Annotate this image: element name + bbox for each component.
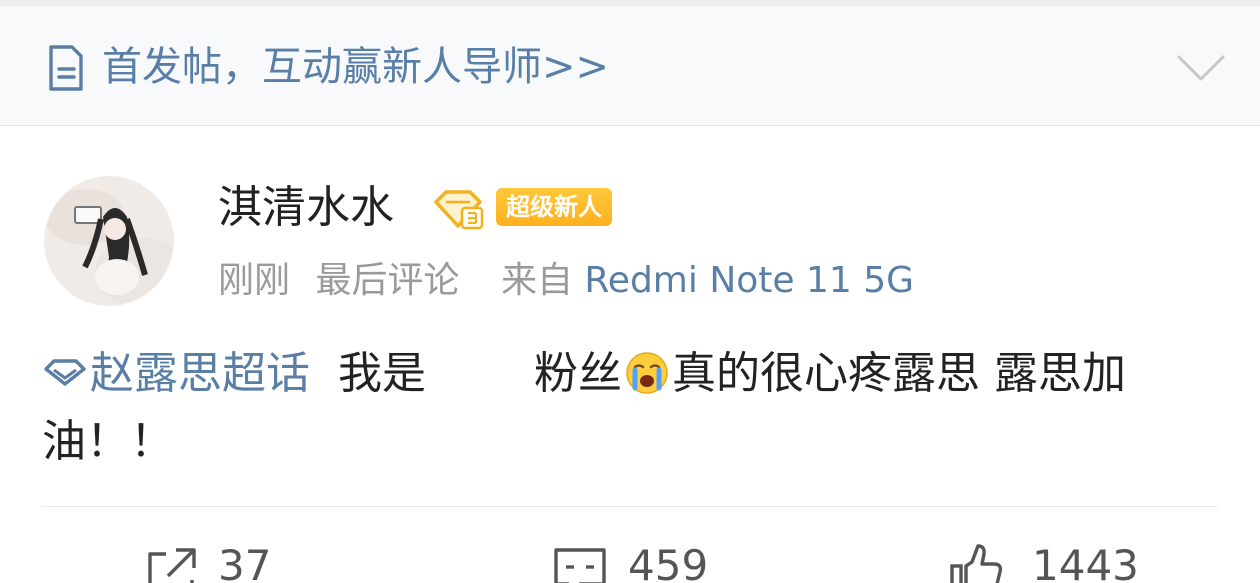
thumbs-up-icon [950,544,1003,583]
username[interactable]: 淇清水水 [218,178,394,238]
topic-text[interactable]: 赵露思超话 [90,348,310,399]
super-topic-icon [44,359,86,386]
crying-emoji [626,352,668,394]
share-icon [148,548,196,583]
post-text-2: 粉丝 [533,348,622,399]
weibo-post-page: 首发帖，互动赢新人导师>> 淇清水水 超级新人 刚刚 最后评论 来自 Redmi… [0,0,1260,583]
document-icon [49,45,83,91]
topic-link[interactable]: 赵露思超话 [42,348,310,399]
chevron-down-icon[interactable] [1176,52,1226,84]
post-text-1: 我是 [337,348,426,399]
share-count: 37 [218,541,272,583]
super-newcomer-badge[interactable]: 超级新人 [496,188,612,226]
like-count: 1443 [1032,541,1139,583]
source-prefix: 来自 [500,260,573,301]
newcomer-banner[interactable]: 首发帖，互动赢新人导师>> [0,6,1260,126]
post-content: 赵露思超话 我是 粉丝 真的很心疼露思 露思加油！！ [42,340,1232,476]
avatar[interactable] [44,176,174,306]
comment-count: 459 [628,541,709,583]
device-name[interactable]: Redmi Note 11 5G [584,260,914,301]
banner-text[interactable]: 首发帖，互动赢新人导师>> [102,39,609,95]
post-action: 最后评论 [315,260,460,301]
comment-icon [554,548,606,583]
post-meta: 刚刚 最后评论 来自 Redmi Note 11 5G [218,255,914,307]
divider [42,506,1218,507]
post-time: 刚刚 [218,260,291,301]
diamond-level-icon[interactable] [432,188,484,230]
